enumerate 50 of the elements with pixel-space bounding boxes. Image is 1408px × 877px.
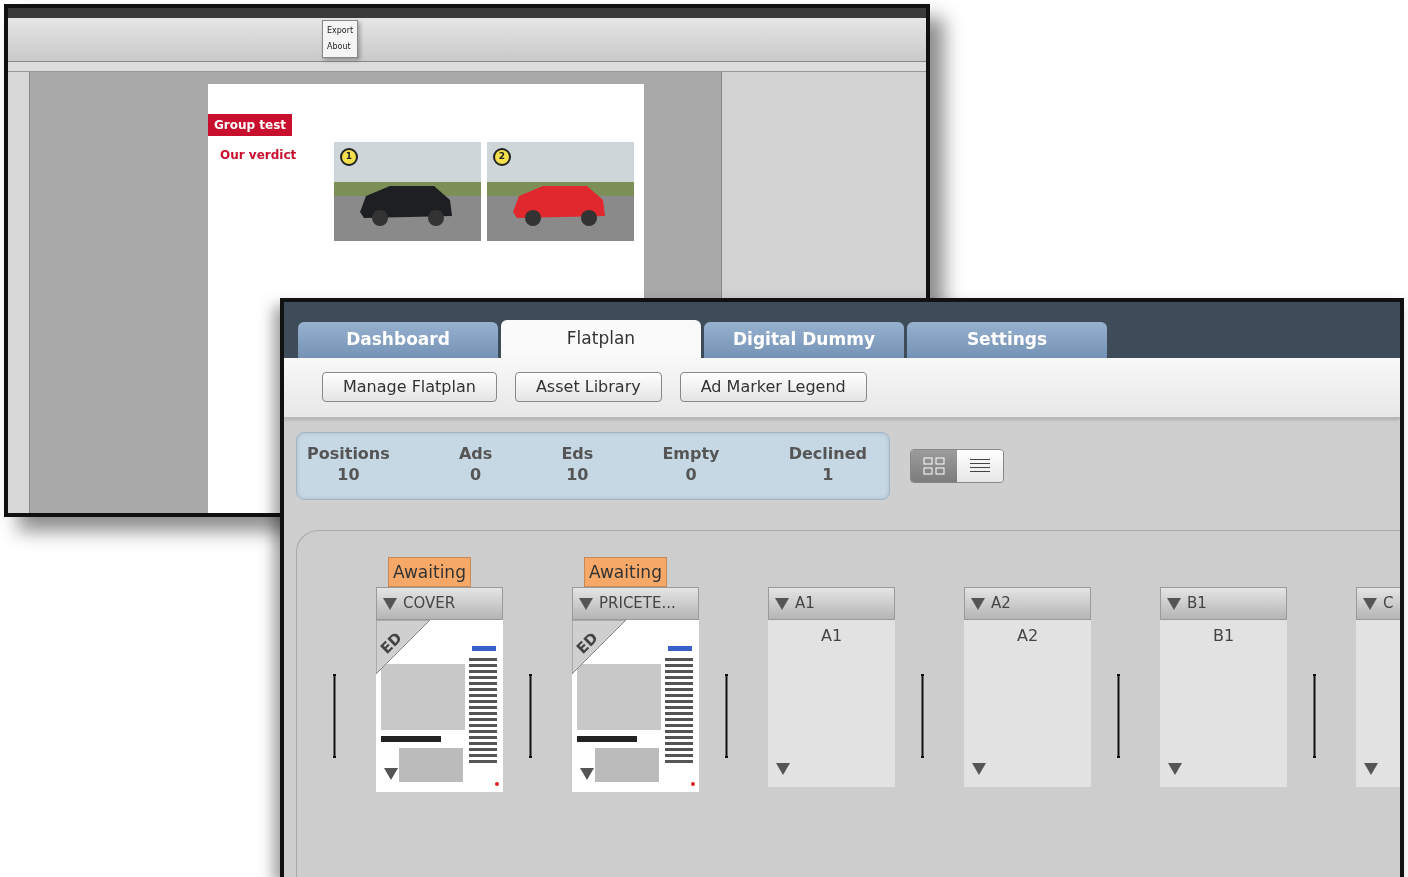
page-title: B1 <box>1187 593 1207 615</box>
page-label: A1 <box>820 625 843 647</box>
heading: Our verdict <box>220 148 297 162</box>
toolbar-button[interactable]: Asset Library <box>514 372 662 402</box>
corner-flag-drawing <box>376 620 432 676</box>
tab[interactable]: Flatplan <box>501 320 701 358</box>
list-view-button[interactable] <box>957 450 1003 482</box>
page-title: PRICETE... <box>599 593 676 615</box>
status-badge: Awaiting <box>388 557 471 587</box>
stat-value: 0 <box>684 464 698 485</box>
page-header[interactable]: C <box>1356 587 1400 620</box>
triangle-down-icon <box>775 597 789 610</box>
number-badge: 1 <box>340 148 358 166</box>
status-badge: Awaiting <box>584 557 667 587</box>
page-header[interactable]: COVER <box>376 587 503 620</box>
stat-label: Empty <box>662 443 720 464</box>
grid-view-icon <box>923 457 945 475</box>
triangle-down-icon <box>383 597 397 610</box>
stat-label: Eds <box>561 443 594 464</box>
section-tag: Group test <box>208 114 293 136</box>
stat-label: Ads <box>458 443 493 464</box>
page-type-label: ED <box>572 627 603 660</box>
triangle-down-icon <box>1363 597 1377 610</box>
toolbar-button[interactable]: Ad Marker Legend <box>679 372 867 402</box>
triangle-down-icon <box>971 597 985 610</box>
triangle-down-icon <box>1167 597 1181 610</box>
page-title: A1 <box>795 593 815 615</box>
stat-label: Declined <box>788 443 867 464</box>
triangle-down-icon <box>579 597 593 610</box>
page-title: C <box>1383 593 1394 615</box>
page-header[interactable]: PRICETE... <box>572 587 699 620</box>
page-header[interactable]: A2 <box>964 587 1091 620</box>
menu-item[interactable]: Export <box>327 23 354 39</box>
stat-value: 1 <box>821 464 835 485</box>
number-badge: 2 <box>493 148 511 166</box>
page-title: A2 <box>991 593 1011 615</box>
stat-value: 10 <box>336 464 361 485</box>
stat-value: 10 <box>565 464 590 485</box>
corner-flag-drawing <box>572 620 628 676</box>
menu-item[interactable]: About <box>327 39 354 55</box>
page-title: COVER <box>403 593 456 615</box>
page-type-label: ED <box>376 627 407 660</box>
stat-label: Positions <box>307 443 390 464</box>
page-label: B1 <box>1212 625 1235 647</box>
page-header[interactable]: B1 <box>1160 587 1287 620</box>
toolbar-button[interactable]: Manage Flatplan <box>322 372 497 402</box>
page-header[interactable]: A1 <box>768 587 895 620</box>
page-label: A2 <box>1016 625 1039 647</box>
list-view-icon <box>969 458 991 474</box>
stat-value: 0 <box>469 464 483 485</box>
